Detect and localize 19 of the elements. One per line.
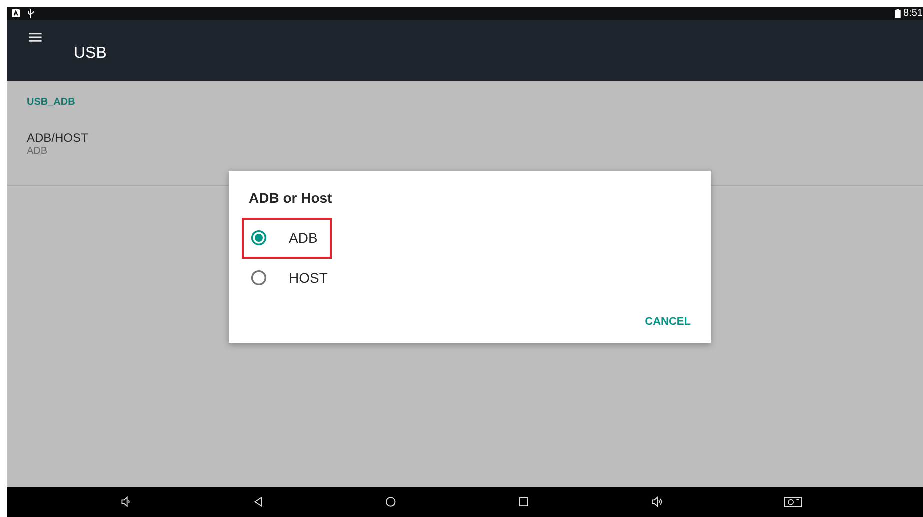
option-label[interactable]: ADB — [289, 230, 318, 246]
radio-button[interactable] — [251, 230, 267, 246]
battery-icon — [894, 9, 901, 18]
cancel-button[interactable]: CANCEL — [645, 312, 691, 332]
volume-down-icon[interactable] — [120, 494, 132, 510]
home-icon[interactable] — [385, 494, 398, 510]
toolbar-title: USB — [74, 45, 107, 63]
preference-summary: ADB — [27, 145, 48, 158]
status-time: 8:51 — [904, 7, 923, 20]
option-label[interactable]: HOST — [289, 270, 328, 286]
preference-item[interactable]: ADB/HOST ADB — [7, 108, 923, 158]
usb-icon — [27, 9, 35, 18]
dialog-title: ADB or Host — [249, 190, 332, 206]
category-header: USB_ADB — [27, 97, 76, 108]
preference-title: ADB/HOST — [27, 131, 88, 145]
radio-button[interactable] — [251, 270, 267, 286]
back-icon[interactable] — [252, 494, 264, 510]
volume-up-icon[interactable] — [650, 494, 663, 510]
menu-icon[interactable] — [29, 33, 42, 42]
